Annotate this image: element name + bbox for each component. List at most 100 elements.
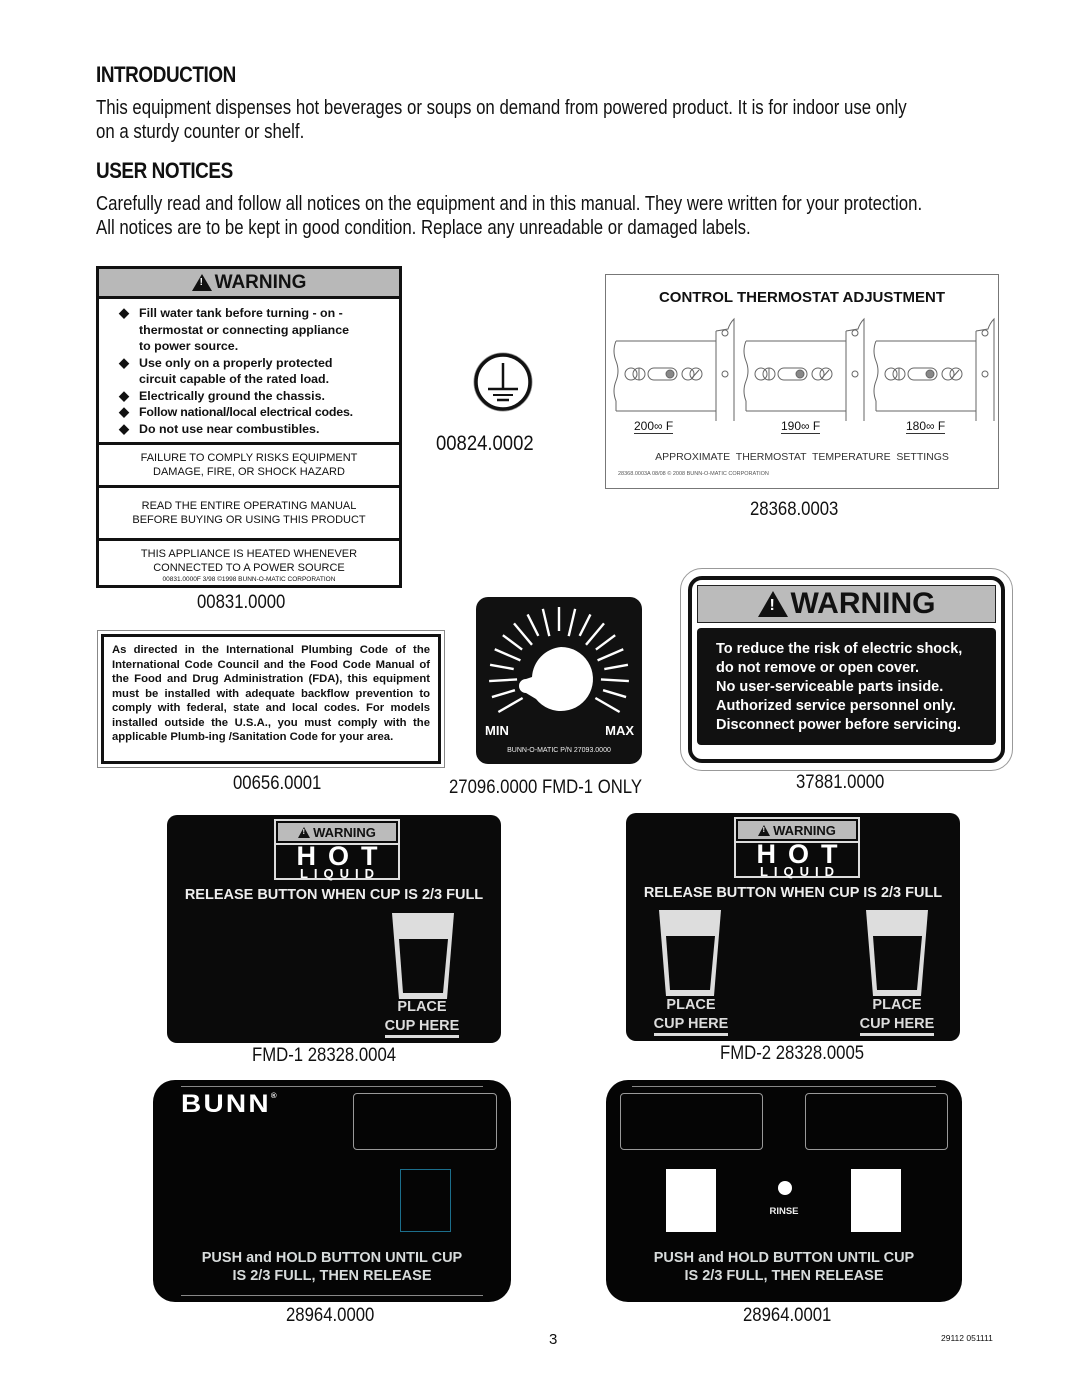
dial-tick [502, 634, 523, 651]
place-cup-here[interactable]: PLACE CUP HERE [377, 998, 467, 1038]
dial-tick [595, 634, 616, 651]
dispense-button-right[interactable] [851, 1169, 901, 1232]
cup-icon [392, 913, 454, 999]
dial-ticks [489, 607, 629, 714]
warning-header-text: WARNING [214, 271, 307, 293]
thermostat-dial-label: MIN MAX BUNN-O-MATIC P/N 27093.0000 [476, 597, 642, 764]
plumbing-notice-text: As directed in the International Plumbin… [101, 634, 441, 764]
fine-print: 00831.0000F 3/98 ©1998 BUNN-O-MATIC CORP… [162, 576, 336, 583]
thermostat-diagrams [613, 317, 995, 421]
setting-200f: 200∞ F [634, 419, 674, 434]
user-notices-line-1: Carefully read and follow all notices on… [96, 193, 923, 215]
notice-box-failure: FAILURE TO COMPLY RISKS EQUIPMENT DAMAGE,… [99, 445, 399, 488]
dial-tick [597, 648, 624, 662]
hot-liquid-label-fmd2: WARNING HOT LIQUID RELEASE BUTTON WHEN C… [626, 813, 960, 1041]
part-number-28964-0001: 28964.0001 [743, 1305, 832, 1326]
notice-box-read-manual: READ THE ENTIRE OPERATING MANUAL BEFORE B… [99, 488, 399, 541]
dial-tick [489, 678, 518, 683]
bullet-item: ◆ Do not use near combustibles. [119, 420, 320, 436]
thermostat-title: CONTROL THERMOSTAT ADJUSTMENT [658, 289, 946, 306]
bunn-panel-28964-0001: RINSE PUSH and HOLD BUTTON UNTIL CUP IS 2… [606, 1080, 962, 1302]
hot-liquid-label-fmd1: WARNING HOT LIQUID RELEASE BUTTON WHEN C… [167, 815, 501, 1043]
user-notices-line-2: All notices are to be kept in good condi… [96, 217, 751, 239]
bullet-item: ◆ Use only on a properly protected circuit… [119, 354, 333, 387]
bullet-item: ◆ Electrically ground the chassis. [119, 387, 325, 403]
dispense-button[interactable] [400, 1169, 451, 1232]
cup-icon-left [659, 910, 721, 996]
dial-fine-print: BUNN-O-MATIC P/N 27093.0000 [507, 747, 611, 754]
part-number-37881: 37881.0000 [796, 772, 885, 793]
introduction-line-1: This equipment dispenses hot beverages o… [96, 97, 907, 119]
release-instruction: RELEASE BUTTON WHEN CUP IS 2/3 FULL [643, 885, 943, 901]
bunn-logo: BUNN® [181, 1090, 279, 1118]
dial-tick [489, 663, 514, 671]
place-cup-here-right[interactable]: PLACE CUP HERE [852, 996, 942, 1036]
user-notices-heading: USER NOTICES [96, 158, 233, 183]
release-instruction: RELEASE BUTTON WHEN CUP IS 2/3 FULL [184, 887, 484, 903]
bullet-item: ◆ Fill water tank before turning - on - th… [119, 305, 349, 353]
dial-tick [491, 689, 516, 699]
document-code: 29112 051111 [941, 1333, 993, 1343]
dial-tick [600, 678, 629, 683]
diamond-bullet-icon: ◆ [119, 387, 129, 403]
warning-bullet-list: ◆ Fill water tank before turning - on - th… [99, 299, 399, 445]
warning-triangle-icon [191, 274, 212, 291]
bullet-item: ◆ Follow national/local electrical codes. [119, 404, 353, 419]
dial-tick [526, 613, 540, 637]
part-number-00831: 00831.0000 [197, 592, 286, 613]
hot-liquid-badge: WARNING HOT LIQUID [734, 817, 860, 878]
dial-max-label: MAX [605, 723, 634, 738]
warning-label-37881: WARNING To reduce the risk of electric s… [680, 568, 1013, 771]
diamond-bullet-icon: ◆ [119, 420, 129, 436]
dispense-button-left[interactable] [666, 1169, 716, 1232]
part-number-28328-0005: FMD-2 28328.0005 [720, 1043, 865, 1064]
dial-tick [594, 696, 621, 714]
introduction-line-2: on a sturdy counter or shelf. [96, 121, 305, 143]
dial-knob-icon [519, 647, 593, 711]
thermostat-adjustment-label: CONTROL THERMOSTAT ADJUSTMENT 200∞ F 190… [605, 274, 999, 489]
part-number-27096: 27096.0000 FMD-1 ONLY [449, 777, 643, 798]
setting-190f: 190∞ F [781, 419, 821, 434]
warning-header: WARNING [99, 269, 399, 299]
warning-triangle-icon [758, 824, 771, 836]
part-number-28964-0000: 28964.0000 [286, 1305, 375, 1326]
dial-tick [567, 608, 577, 637]
diamond-bullet-icon: ◆ [119, 404, 129, 419]
part-number-28368: 28368.0003 [750, 499, 839, 520]
rinse-label: RINSE [769, 1206, 799, 1217]
diamond-bullet-icon: ◆ [119, 354, 129, 370]
dial-tick [585, 622, 605, 646]
rinse-button[interactable] [778, 1181, 792, 1195]
place-cup-here-left[interactable]: PLACE CUP HERE [646, 996, 736, 1036]
display-window-right [805, 1093, 948, 1150]
dial-tick [494, 648, 521, 662]
warning-body: To reduce the risk of electric shock, do… [697, 628, 996, 745]
warning-header: WARNING [697, 585, 996, 623]
bunn-panel-28964-0000: BUNN® PUSH and HOLD BUTTON UNTIL CUP IS 2… [153, 1080, 511, 1302]
dial-tick [578, 613, 592, 637]
dial-tick [497, 696, 524, 714]
display-window-left [620, 1093, 763, 1150]
setting-180f: 180∞ F [906, 419, 946, 434]
warning-triangle-icon [298, 826, 311, 838]
warning-triangle-icon [757, 591, 788, 617]
push-hold-instruction: PUSH and HOLD BUTTON UNTIL CUP IS 2/3 FUL… [653, 1250, 915, 1284]
notice-box-heated: THIS APPLIANCE IS HEATED WHENEVER CONNECT… [99, 541, 399, 587]
push-hold-instruction: PUSH and HOLD BUTTON UNTIL CUP IS 2/3 FUL… [201, 1250, 463, 1284]
dial-tick [602, 689, 627, 699]
plumbing-notice-label: As directed in the International Plumbin… [97, 630, 445, 768]
thermostat-fine-print: 28368.0003A 08/08 © 2008 BUNN-O-MATIC CO… [618, 471, 769, 477]
part-number-00656: 00656.0001 [233, 773, 322, 794]
introduction-heading: INTRODUCTION [96, 62, 236, 87]
page-number: 3 [549, 1331, 558, 1348]
dial-tick [604, 663, 629, 671]
diamond-bullet-icon: ◆ [119, 305, 129, 320]
thermostat-subtitle: APPROXIMATE THERMOSTAT TEMPERATURE SETTI… [655, 451, 949, 463]
part-number-28328-0004: FMD-1 28328.0004 [252, 1045, 397, 1066]
cup-icon-right [866, 910, 928, 996]
display-window [353, 1093, 497, 1150]
part-number-00824: 00824.0002 [436, 432, 534, 455]
dial-min-label: MIN [485, 723, 509, 738]
ground-symbol-icon [473, 352, 533, 412]
hot-liquid-badge: WARNING HOT LIQUID [274, 819, 400, 880]
